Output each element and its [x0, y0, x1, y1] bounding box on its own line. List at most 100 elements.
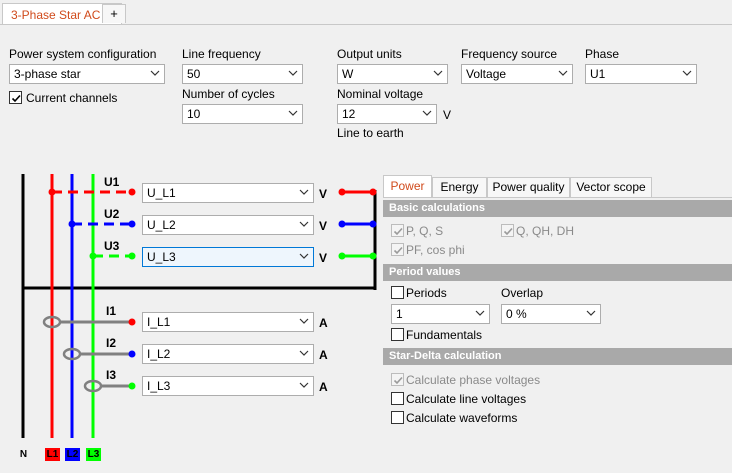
check-icon: [11, 94, 21, 103]
power-system-label: Power system configuration: [9, 47, 157, 61]
i3-unit: A: [319, 380, 328, 394]
output-units-select[interactable]: W: [337, 64, 448, 84]
period-values-header: Period values: [383, 264, 732, 281]
i1-label: I1: [106, 304, 117, 318]
chevron-down-icon: [299, 221, 309, 227]
chevron-down-icon: [682, 70, 692, 76]
u1-unit: V: [319, 187, 328, 201]
pqs-checkbox[interactable]: [391, 224, 404, 237]
nominal-voltage-label: Nominal voltage: [337, 87, 424, 101]
line-voltages-label: Calculate line voltages: [406, 392, 527, 406]
power-system-value: 3-phase star: [14, 67, 81, 81]
document-tab-bar: 3-Phase Star AC +: [0, 0, 732, 25]
frequency-source-select[interactable]: Voltage: [461, 64, 573, 84]
i1-channel-select[interactable]: I_L1: [142, 312, 314, 332]
qqhdh-label: Q, QH, DH: [516, 224, 575, 238]
add-tab-button[interactable]: +: [102, 4, 126, 23]
fundamentals-checkbox[interactable]: [391, 328, 404, 341]
waveforms-checkbox[interactable]: [391, 411, 404, 424]
nominal-voltage-value: 12: [342, 107, 356, 121]
line-frequency-label: Line frequency: [182, 47, 261, 61]
phase-tag-l3: L3: [86, 448, 101, 461]
overlap-select[interactable]: 0 %: [501, 304, 601, 324]
check-icon: [393, 376, 403, 385]
pqs-label: P, Q, S: [406, 224, 444, 238]
tab-energy[interactable]: Energy: [432, 177, 487, 198]
periods-checkbox[interactable]: [391, 286, 404, 299]
cycles-label: Number of cycles: [182, 87, 275, 101]
current-channels-checkbox[interactable]: [9, 91, 22, 104]
cycles-value: 10: [187, 107, 201, 121]
chevron-down-icon: [299, 382, 309, 388]
i3-label: I3: [106, 368, 117, 382]
u2-label: U2: [104, 207, 120, 221]
frequency-source-label: Frequency source: [461, 47, 558, 61]
chevron-down-icon: [299, 189, 309, 195]
periods-value: 1: [396, 307, 403, 321]
line-to-earth-label: Line to earth: [337, 126, 404, 140]
chevron-down-icon: [150, 70, 160, 76]
pf-label: PF, cos phi: [406, 243, 465, 257]
phase-select[interactable]: U1: [585, 64, 697, 84]
u2-channel-value: U_L2: [147, 218, 176, 232]
u2-unit: V: [319, 219, 328, 233]
periods-select[interactable]: 1: [391, 304, 490, 324]
u2-channel-select[interactable]: U_L2: [142, 215, 314, 235]
phase-value: U1: [590, 67, 606, 81]
chevron-down-icon: [475, 310, 485, 316]
chevron-down-icon: [586, 310, 596, 316]
i3-channel-value: I_L3: [147, 379, 171, 393]
chevron-down-icon: [288, 70, 298, 76]
i1-unit: A: [319, 316, 328, 330]
fundamentals-label: Fundamentals: [406, 328, 483, 342]
basic-calculations-header: Basic calculations: [383, 200, 732, 217]
i1-channel-value: I_L1: [147, 315, 171, 329]
nominal-voltage-unit: V: [443, 108, 452, 122]
check-icon: [393, 246, 403, 255]
pf-checkbox[interactable]: [391, 243, 404, 256]
qqhdh-checkbox[interactable]: [501, 224, 514, 237]
frequency-source-value: Voltage: [466, 67, 507, 81]
periods-label: Periods: [406, 286, 447, 300]
waveforms-label: Calculate waveforms: [406, 411, 518, 425]
cycles-select[interactable]: 10: [182, 104, 303, 124]
overlap-value: 0 %: [506, 307, 527, 321]
phase-label: Phase: [585, 47, 620, 61]
u3-unit: V: [319, 251, 328, 265]
tab-power[interactable]: Power: [383, 175, 432, 198]
chevron-down-icon: [558, 70, 568, 76]
i2-unit: A: [319, 348, 328, 362]
line-voltages-checkbox[interactable]: [391, 392, 404, 405]
line-frequency-value: 50: [187, 67, 201, 81]
power-system-select[interactable]: 3-phase star: [9, 64, 165, 84]
check-icon: [503, 227, 513, 236]
u3-label: U3: [104, 239, 120, 253]
current-channels-label: Current channels: [26, 91, 118, 105]
line-frequency-select[interactable]: 50: [182, 64, 303, 84]
phase-voltages-label: Calculate phase voltages: [406, 373, 541, 387]
chevron-down-icon: [299, 350, 309, 356]
chevron-down-icon: [299, 253, 309, 259]
tab-power-quality[interactable]: Power quality: [487, 177, 570, 198]
u1-channel-value: U_L1: [147, 186, 176, 200]
star-delta-header: Star-Delta calculation: [383, 348, 732, 365]
phase-voltages-checkbox[interactable]: [391, 373, 404, 386]
output-units-label: Output units: [337, 47, 402, 61]
nominal-voltage-combo[interactable]: 12: [337, 104, 437, 124]
u3-channel-select[interactable]: U_L3: [142, 247, 314, 267]
wiring-diagram: [21, 174, 377, 438]
phase-tag-n: N: [19, 449, 28, 460]
chevron-down-icon: [422, 110, 432, 116]
chevron-down-icon: [433, 70, 443, 76]
overlap-label: Overlap: [501, 286, 544, 300]
u3-channel-value: U_L3: [147, 250, 176, 264]
tab-divider: [383, 197, 732, 198]
output-units-value: W: [342, 67, 354, 81]
u1-channel-select[interactable]: U_L1: [142, 183, 314, 203]
chevron-down-icon: [288, 110, 298, 116]
i2-label: I2: [106, 336, 117, 350]
i2-channel-select[interactable]: I_L2: [142, 344, 314, 364]
i3-channel-select[interactable]: I_L3: [142, 376, 314, 396]
check-icon: [393, 227, 403, 236]
tab-vector-scope[interactable]: Vector scope: [570, 177, 652, 198]
